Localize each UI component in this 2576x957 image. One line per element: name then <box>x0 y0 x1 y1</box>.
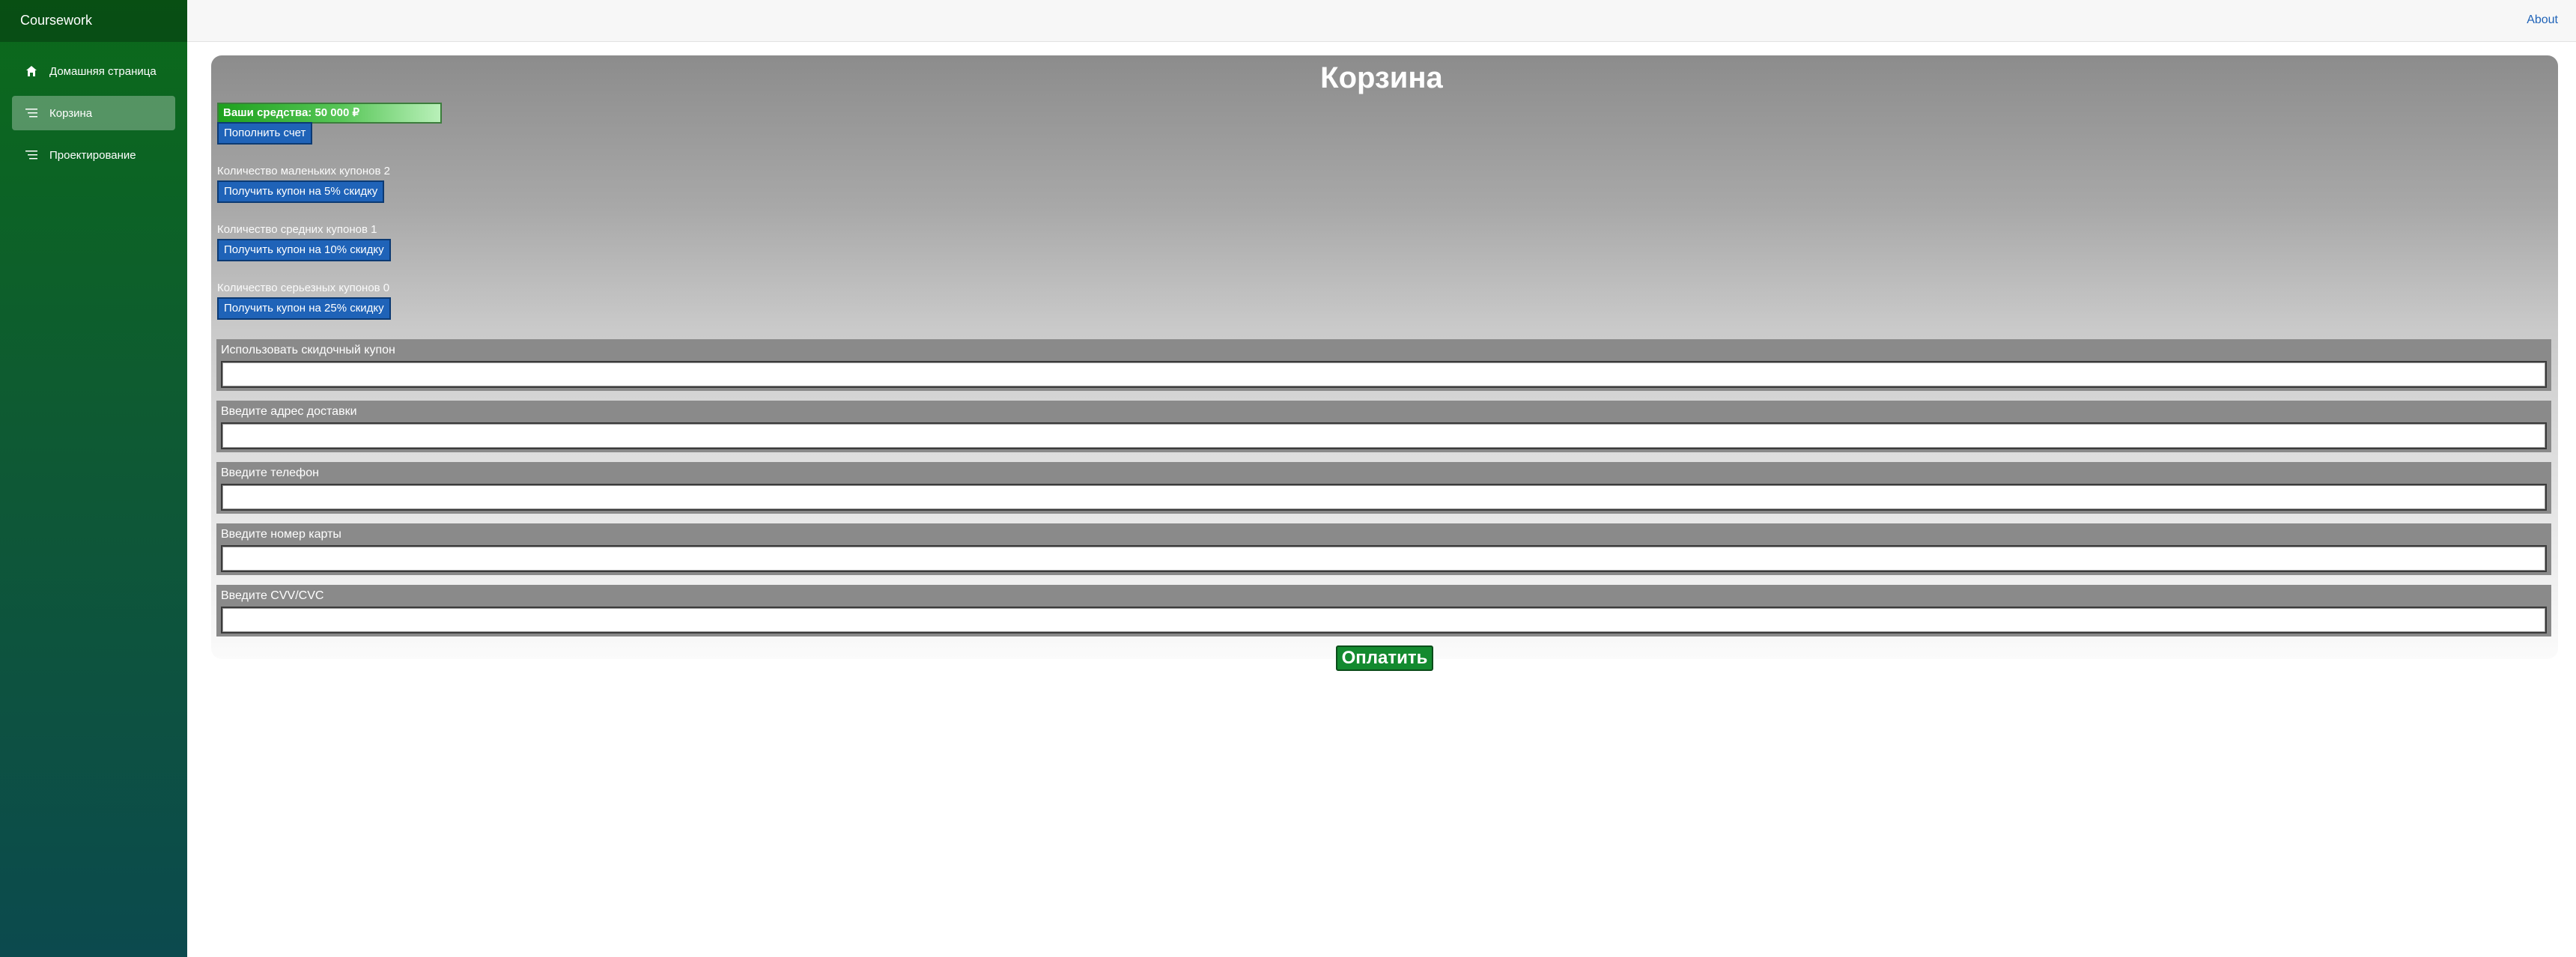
brand-title[interactable]: Coursework <box>0 0 187 42</box>
coupon-field-group: Использовать скидочный купон <box>216 339 2551 391</box>
funds-display: Ваши средства: 50 000 ₽ <box>217 103 442 124</box>
sidebar-item-label: Корзина <box>49 106 93 120</box>
big-coupon-count: Количество серьезных купонов 0 <box>217 282 390 294</box>
coupon-input[interactable] <box>221 361 2547 388</box>
card-input[interactable] <box>221 545 2547 572</box>
small-coupon-count: Количество маленьких купонов 2 <box>217 165 390 177</box>
sidebar-item-design[interactable]: Проектирование <box>12 138 175 172</box>
cvv-label: Введите CVV/CVC <box>221 589 324 602</box>
list-icon <box>24 148 39 162</box>
sidebar: Coursework Домашняя страница Корзина Про… <box>0 0 187 957</box>
address-label: Введите адрес доставки <box>221 405 357 418</box>
phone-input[interactable] <box>221 484 2547 511</box>
topup-button[interactable]: Пополнить счет <box>217 122 313 145</box>
sidebar-item-label: Домашняя страница <box>49 64 157 78</box>
address-field-group: Введите адрес доставки <box>216 401 2551 452</box>
coupon-label: Использовать скидочный купон <box>221 344 395 356</box>
top-bar: About <box>187 0 2576 42</box>
small-coupon-button[interactable]: Получить купон на 5% скидку <box>217 180 385 203</box>
phone-label: Введите телефон <box>221 467 319 479</box>
page-title: Корзина <box>1320 61 1443 94</box>
cvv-field-group: Введите CVV/CVC <box>216 585 2551 637</box>
medium-coupon-count: Количество средних купонов 1 <box>217 223 377 236</box>
sidebar-item-label: Проектирование <box>49 148 136 162</box>
home-icon <box>24 64 39 79</box>
sidebar-nav: Домашняя страница Корзина Проектирование <box>0 42 187 172</box>
about-link[interactable]: About <box>2527 13 2558 27</box>
phone-field-group: Введите телефон <box>216 462 2551 514</box>
list-icon <box>24 106 39 121</box>
sidebar-item-cart[interactable]: Корзина <box>12 96 175 130</box>
address-input[interactable] <box>221 422 2547 449</box>
cvv-input[interactable] <box>221 607 2547 634</box>
pay-button[interactable]: Оплатить <box>1336 645 1433 671</box>
card-field-group: Введите номер карты <box>216 523 2551 575</box>
sidebar-item-home[interactable]: Домашняя страница <box>12 54 175 88</box>
medium-coupon-button[interactable]: Получить купон на 10% скидку <box>217 239 391 261</box>
big-coupon-button[interactable]: Получить купон на 25% скидку <box>217 297 391 320</box>
card-label: Введите номер карты <box>221 528 341 541</box>
